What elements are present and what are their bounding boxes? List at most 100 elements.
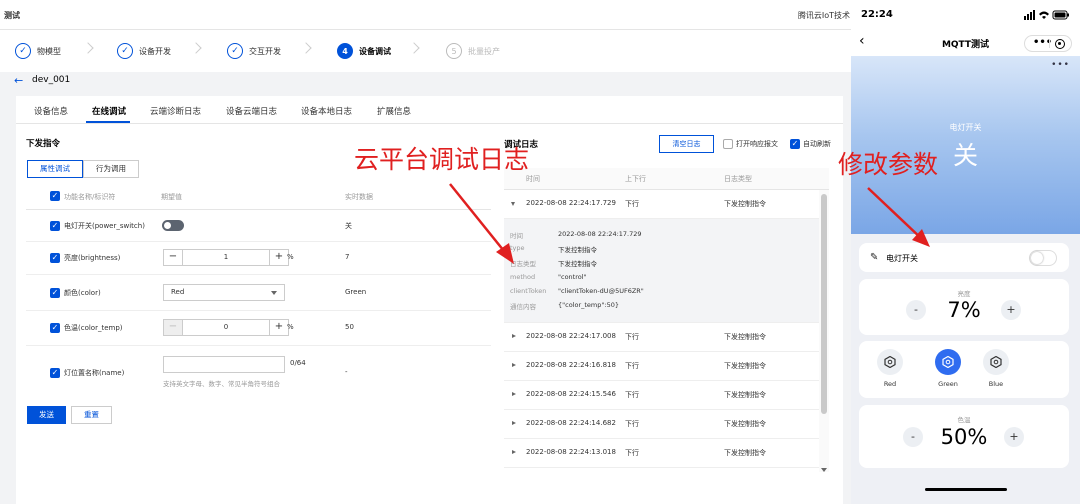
log-direction: 下行 [625, 420, 639, 428]
property-name: 灯位置名称(name) [64, 369, 125, 377]
mode-property-debug[interactable]: 属性调试 [27, 160, 83, 178]
step-mass-production[interactable]: 5 批量投产 [446, 41, 500, 61]
log-time: 2022-08-08 22:24:16.818 [526, 361, 616, 369]
unit-label: % [287, 323, 294, 331]
colortemp-stepper[interactable]: − 0 + [163, 319, 289, 336]
more-icon[interactable]: ••• [1051, 60, 1070, 70]
mode-action-call[interactable]: 行为调用 [83, 160, 139, 178]
caret-down-icon[interactable] [511, 202, 515, 206]
input-hint: 支持英文字母、数字、常见半角符号组合 [163, 380, 280, 388]
color-blue-button[interactable] [983, 349, 1009, 375]
scroll-down-icon[interactable] [821, 468, 827, 472]
back-arrow-icon[interactable]: ← [14, 74, 23, 87]
capsule-menu[interactable]: ••• [1024, 35, 1072, 52]
log-direction: 下行 [625, 200, 639, 208]
caret-right-icon[interactable] [512, 421, 516, 425]
send-button[interactable]: 发送 [27, 406, 66, 424]
response-checkbox[interactable] [723, 139, 733, 149]
location-name-input[interactable] [163, 356, 285, 373]
command-section-title: 下发指令 [26, 139, 61, 149]
tab-device-info[interactable]: 设备信息 [34, 105, 68, 117]
log-row[interactable]: 2022-08-08 22:24:16.818 下行 下发控制指令 [504, 352, 829, 381]
reset-button[interactable]: 重置 [71, 406, 112, 424]
color-label: Blue [988, 380, 1004, 388]
step-device-debug[interactable]: 4 设备调试 [337, 41, 391, 61]
select-all-checkbox[interactable]: ✓ [50, 191, 60, 201]
brand-link[interactable]: 腾讯云IoT技术 [798, 10, 850, 21]
row-checkbox[interactable]: ✓ [50, 288, 60, 298]
clear-log-button[interactable]: 清空日志 [659, 135, 714, 153]
log-type: 下发控制指令 [724, 420, 766, 428]
colortemp-input[interactable]: 0 [182, 320, 270, 335]
property-name: 色温(color_temp) [64, 324, 123, 332]
log-type: 下发控制指令 [724, 200, 766, 208]
tab-bar: 设备信息 在线调试 云端诊断日志 设备云端日志 设备本地日志 扩展信息 [16, 96, 843, 124]
power-switch-toggle[interactable] [1029, 250, 1057, 266]
detail-key: 日志类型 [510, 260, 536, 268]
brightness-input[interactable]: 1 [182, 250, 270, 265]
log-row[interactable]: 2022-08-08 22:24:17.008 下行 下发控制指令 [504, 323, 829, 352]
phone-status-bar: 22:24 [851, 0, 1080, 30]
wifi-icon [1039, 11, 1049, 19]
caret-right-icon[interactable] [512, 392, 516, 396]
detail-key: clientToken [510, 287, 547, 295]
log-time: 2022-08-08 22:24:17.008 [526, 332, 616, 340]
power-switch-toggle[interactable] [162, 220, 184, 231]
log-row-expanded[interactable]: 2022-08-08 22:24:17.729 下行 下发控制指令 [504, 190, 829, 219]
row-checkbox[interactable]: ✓ [50, 221, 60, 231]
log-type: 下发控制指令 [724, 333, 766, 341]
caret-right-icon[interactable] [512, 450, 516, 454]
colortemp-card: 色温 - 50% + [859, 405, 1069, 468]
color-select[interactable]: Red [163, 284, 285, 301]
col-expected: 期望值 [161, 193, 182, 201]
step-model[interactable]: ✓ 物模型 [15, 41, 61, 61]
row-checkbox[interactable]: ✓ [50, 368, 60, 378]
tab-cloud-diagnosis-log[interactable]: 云端诊断日志 [150, 105, 201, 117]
row-checkbox[interactable]: ✓ [50, 253, 60, 263]
detail-key: type [510, 244, 525, 252]
property-row: ✓ 电灯开关(power_switch) 关 [26, 210, 491, 242]
tab-online-debug[interactable]: 在线调试 [92, 105, 126, 117]
colortemp-plus-button[interactable]: + [1004, 427, 1024, 447]
increment-button[interactable]: + [270, 320, 288, 335]
caret-right-icon[interactable] [512, 334, 516, 338]
step-device-dev[interactable]: ✓ 设备开发 [117, 41, 171, 61]
increment-button[interactable]: + [270, 250, 288, 265]
log-row[interactable]: 2022-08-08 22:24:13.018 下行 下发控制指令 [504, 439, 829, 468]
realtime-value: - [345, 368, 348, 376]
hexagon-icon [942, 356, 954, 368]
detail-value: 下发控制指令 [558, 246, 597, 254]
brightness-stepper[interactable]: − 1 + [163, 249, 289, 266]
row-checkbox[interactable]: ✓ [50, 323, 60, 333]
step-interaction-dev[interactable]: ✓ 交互开发 [227, 41, 281, 61]
color-green-button[interactable] [935, 349, 961, 375]
chevron-right-icon [82, 42, 94, 54]
colortemp-label: 色温 [957, 416, 971, 424]
hexagon-icon [884, 356, 896, 368]
decrement-button[interactable]: − [164, 320, 182, 335]
tab-device-cloud-log[interactable]: 设备云端日志 [226, 105, 277, 117]
check-icon: ✓ [15, 43, 31, 59]
log-scrollbar[interactable] [819, 190, 829, 472]
log-row[interactable]: 2022-08-08 22:24:15.546 下行 下发控制指令 [504, 381, 829, 410]
check-icon: ✓ [117, 43, 133, 59]
hero-label: 电灯开关 [949, 123, 982, 132]
brightness-card: 亮度 - 7% + [859, 279, 1069, 335]
auto-refresh-checkbox[interactable]: ✓ [790, 139, 800, 149]
decrement-button[interactable]: − [164, 250, 182, 265]
status-time: 22:24 [861, 9, 893, 20]
col-time: 时间 [526, 175, 540, 183]
switch-label: 电灯开关 [886, 254, 918, 263]
tab-extension-info[interactable]: 扩展信息 [377, 105, 411, 117]
pencil-icon: ✎ [870, 252, 879, 263]
scrollbar-thumb[interactable] [821, 194, 827, 414]
close-target-icon[interactable] [1055, 39, 1065, 49]
color-red-button[interactable] [877, 349, 903, 375]
brightness-plus-button[interactable]: + [1001, 300, 1021, 320]
log-row[interactable]: 2022-08-08 22:24:14.682 下行 下发控制指令 [504, 410, 829, 439]
caret-right-icon[interactable] [512, 363, 516, 367]
steps-bar: ✓ 物模型 ✓ 设备开发 ✓ 交互开发 4 设备调试 5 批量投产 [0, 30, 858, 72]
switch-card: ✎ 电灯开关 [859, 243, 1069, 272]
tab-device-local-log[interactable]: 设备本地日志 [301, 105, 352, 117]
light-status-hero: ••• 电灯开关 关 [851, 56, 1080, 234]
